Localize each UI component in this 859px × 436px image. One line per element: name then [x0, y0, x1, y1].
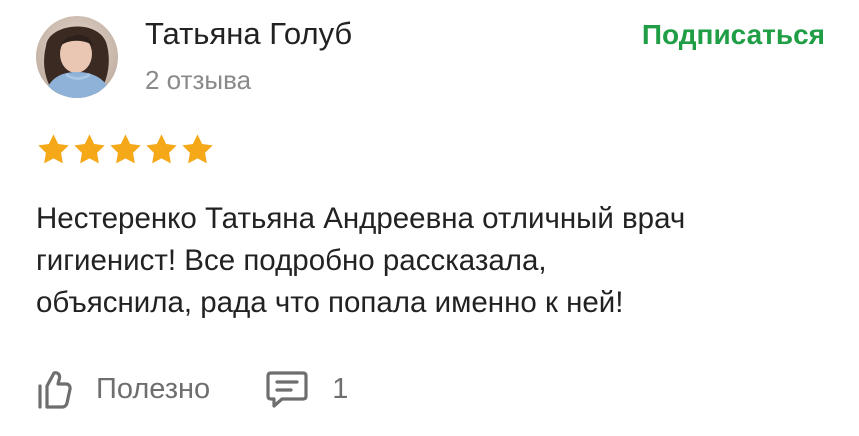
- review-actions: Полезно 1: [36, 364, 348, 414]
- star-icon: [146, 134, 177, 164]
- star-icon: [182, 134, 213, 164]
- review-text: Нестеренко Татьяна Андреевна отличный вр…: [36, 198, 836, 324]
- subscribe-button[interactable]: Подписаться: [642, 17, 825, 53]
- user-photo-avatar-icon: [36, 16, 118, 98]
- star-rating: [36, 132, 215, 172]
- review-text-line: гигиенист! Все подробно рассказала,: [36, 244, 547, 277]
- star-icon: [110, 134, 141, 164]
- review-card: Татьяна Голуб 2 отзыва Подписаться Несте…: [0, 0, 859, 436]
- comments-button[interactable]: 1: [266, 369, 348, 409]
- star-icon: [74, 134, 105, 164]
- star-icon: [38, 134, 69, 164]
- comment-icon: [266, 371, 308, 408]
- useful-button[interactable]: Полезно: [36, 369, 210, 409]
- avatar[interactable]: [36, 16, 118, 98]
- review-text-line: Нестеренко Татьяна Андреевна отличный вр…: [36, 202, 686, 235]
- thumbs-up-icon: [38, 371, 72, 409]
- useful-label: Полезно: [96, 372, 211, 405]
- comments-count: 1: [332, 372, 349, 405]
- author-review-count: 2 отзыва: [145, 65, 252, 95]
- review-text-line: объяснила, рада что попала именно к ней!: [36, 286, 624, 319]
- author-name[interactable]: Татьяна Голуб: [145, 14, 352, 54]
